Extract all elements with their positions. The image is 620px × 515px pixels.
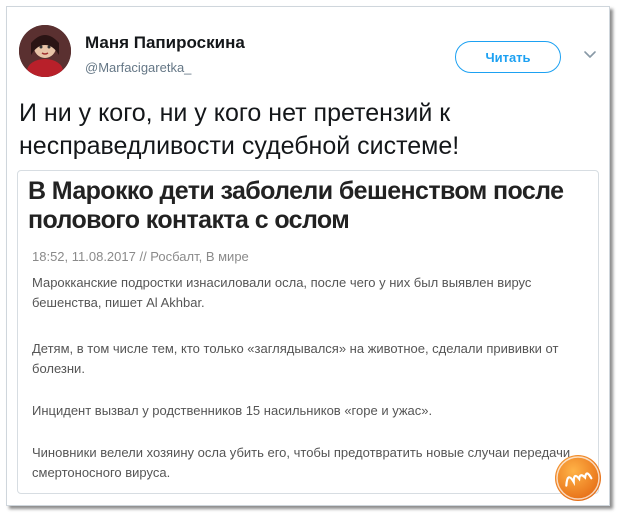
user-handle[interactable]: @Marfacigaretka_ <box>85 60 191 75</box>
chevron-down-icon[interactable] <box>583 47 597 61</box>
watermark-logo-icon <box>556 456 600 500</box>
article-paragraph: Чиновники велели хозяину осла убить его,… <box>32 445 571 480</box>
tweet-frame: Маня Папироскина @Marfacigaretka_ Читать… <box>6 6 610 506</box>
avatar[interactable] <box>19 25 71 77</box>
article-headline: В Марокко дети заболели бешенством после… <box>28 177 564 234</box>
follow-button[interactable]: Читать <box>455 41 561 73</box>
article-meta: 18:52, 11.08.2017 // Росбалт, В мире <box>32 249 249 264</box>
article-card[interactable]: В Марокко дети заболели бешенством после… <box>17 170 599 494</box>
article-paragraph: Инцидент вызвал у родственников 15 насил… <box>32 403 433 418</box>
watermark-logo <box>555 455 601 501</box>
article-paragraph: Детям, в том числе тем, кто только «загл… <box>32 341 559 376</box>
avatar-image <box>19 25 71 77</box>
article-paragraph: Марокканские подростки изнасиловали осла… <box>32 275 532 310</box>
tweet-text: И ни у кого, ни у кого нет претензий к н… <box>19 99 460 160</box>
user-name[interactable]: Маня Папироскина <box>85 33 245 53</box>
